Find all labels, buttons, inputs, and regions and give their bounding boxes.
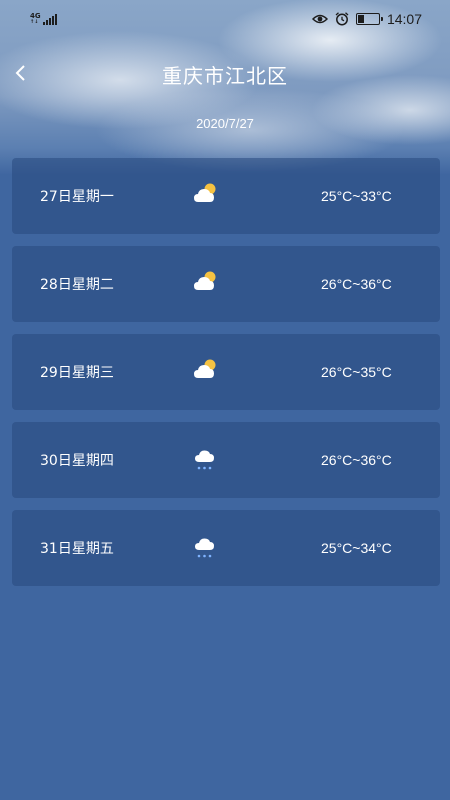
forecast-temp-range: 26°C~35°C — [321, 364, 392, 380]
alarm-icon — [335, 12, 349, 26]
cloud-rain-icon — [192, 532, 220, 560]
forecast-card[interactable]: 27日星期一 25°C~33°C — [12, 158, 440, 234]
network-status: 4G ↑↓ — [30, 13, 57, 25]
forecast-temp-range: 25°C~33°C — [321, 188, 392, 204]
forecast-day: 29日星期三 — [40, 365, 114, 381]
partly-cloudy-icon — [192, 180, 220, 208]
forecast-day: 30日星期四 — [40, 453, 114, 469]
forecast-temp-range: 26°C~36°C — [321, 452, 392, 468]
page-title: 重庆市江北区 — [162, 64, 288, 88]
signal-icon — [42, 13, 57, 25]
forecast-card[interactable]: 28日星期二 26°C~36°C — [12, 246, 440, 322]
forecast-temp-range: 26°C~36°C — [321, 276, 392, 292]
forecast-card[interactable]: 29日星期三 26°C~35°C — [12, 334, 440, 410]
forecast-date: 2020/7/27 — [196, 116, 254, 131]
forecast-day: 31日星期五 — [40, 541, 114, 557]
forecast-temp-range: 25°C~34°C — [321, 540, 392, 556]
forecast-list: 27日星期一 25°C~33°C 28日星期二 26°C~36°C 29日星期三 26°C… — [12, 158, 440, 598]
eye-icon — [311, 14, 328, 24]
forecast-day: 27日星期一 — [40, 189, 114, 205]
partly-cloudy-icon — [192, 268, 220, 296]
forecast-card[interactable]: 31日星期五 25°C~34°C — [12, 510, 440, 586]
status-bar: 4G ↑↓ 14:07 — [0, 0, 450, 38]
partly-cloudy-icon — [192, 356, 220, 384]
header: 重庆市江北区 — [0, 50, 450, 100]
forecast-card[interactable]: 30日星期四 26°C~36°C — [12, 422, 440, 498]
forecast-day: 28日星期二 — [40, 277, 114, 293]
clock-time: 14:07 — [386, 11, 422, 27]
battery-icon — [355, 13, 383, 25]
cloud-rain-icon — [192, 444, 220, 472]
